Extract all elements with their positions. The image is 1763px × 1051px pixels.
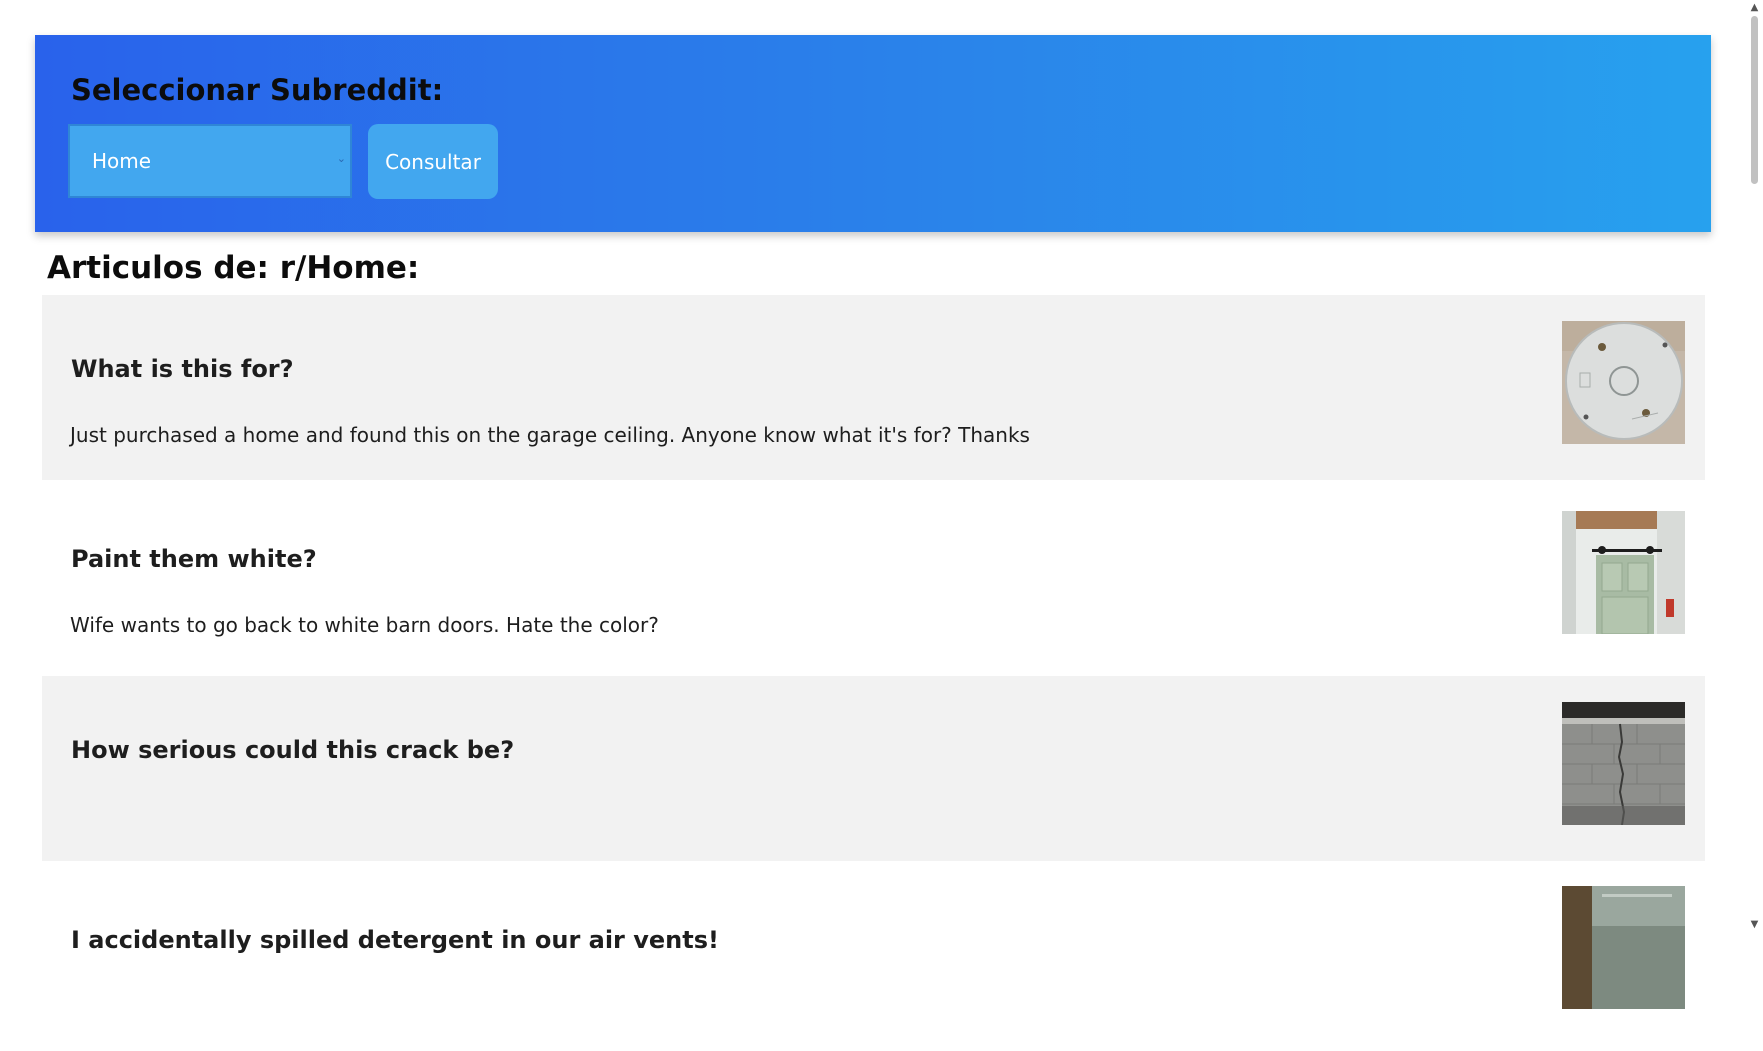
post-body: Wife wants to go back to white barn door… [70, 613, 659, 637]
post-title[interactable]: What is this for? [71, 355, 294, 383]
post-card[interactable]: Paint them white? Wife wants to go back … [42, 485, 1705, 670]
post-body: Just purchased a home and found this on … [70, 423, 1030, 447]
consultar-button[interactable]: Consultar [368, 124, 498, 199]
post-thumbnail[interactable] [1562, 321, 1685, 444]
chevron-down-icon: ⌄ [336, 152, 346, 165]
header-title: Seleccionar Subreddit: [71, 73, 444, 107]
subreddit-select-value: Home [92, 149, 152, 173]
post-card[interactable]: How serious could this crack be? [42, 676, 1705, 861]
post-title[interactable]: Paint them white? [71, 545, 317, 573]
section-title: Articulos de: r/Home: [47, 250, 420, 286]
post-title[interactable]: How serious could this crack be? [71, 736, 514, 764]
post-thumbnail[interactable] [1562, 511, 1685, 634]
post-card[interactable]: I accidentally spilled detergent in our … [42, 866, 1705, 1051]
post-title[interactable]: I accidentally spilled detergent in our … [71, 926, 719, 954]
page-scrollbar[interactable]: ▲ ▼ [1746, 0, 1763, 933]
scroll-down-icon[interactable]: ▼ [1746, 917, 1763, 933]
post-thumbnail[interactable] [1562, 702, 1685, 825]
header-panel: Seleccionar Subreddit: Home ⌄ Consultar [35, 35, 1711, 232]
scrollbar-thumb[interactable] [1751, 16, 1758, 184]
scroll-up-icon[interactable]: ▲ [1746, 0, 1763, 16]
subreddit-select[interactable]: Home ⌄ [68, 124, 352, 198]
post-thumbnail[interactable] [1562, 886, 1685, 1009]
post-card[interactable]: What is this for? Just purchased a home … [42, 295, 1705, 480]
